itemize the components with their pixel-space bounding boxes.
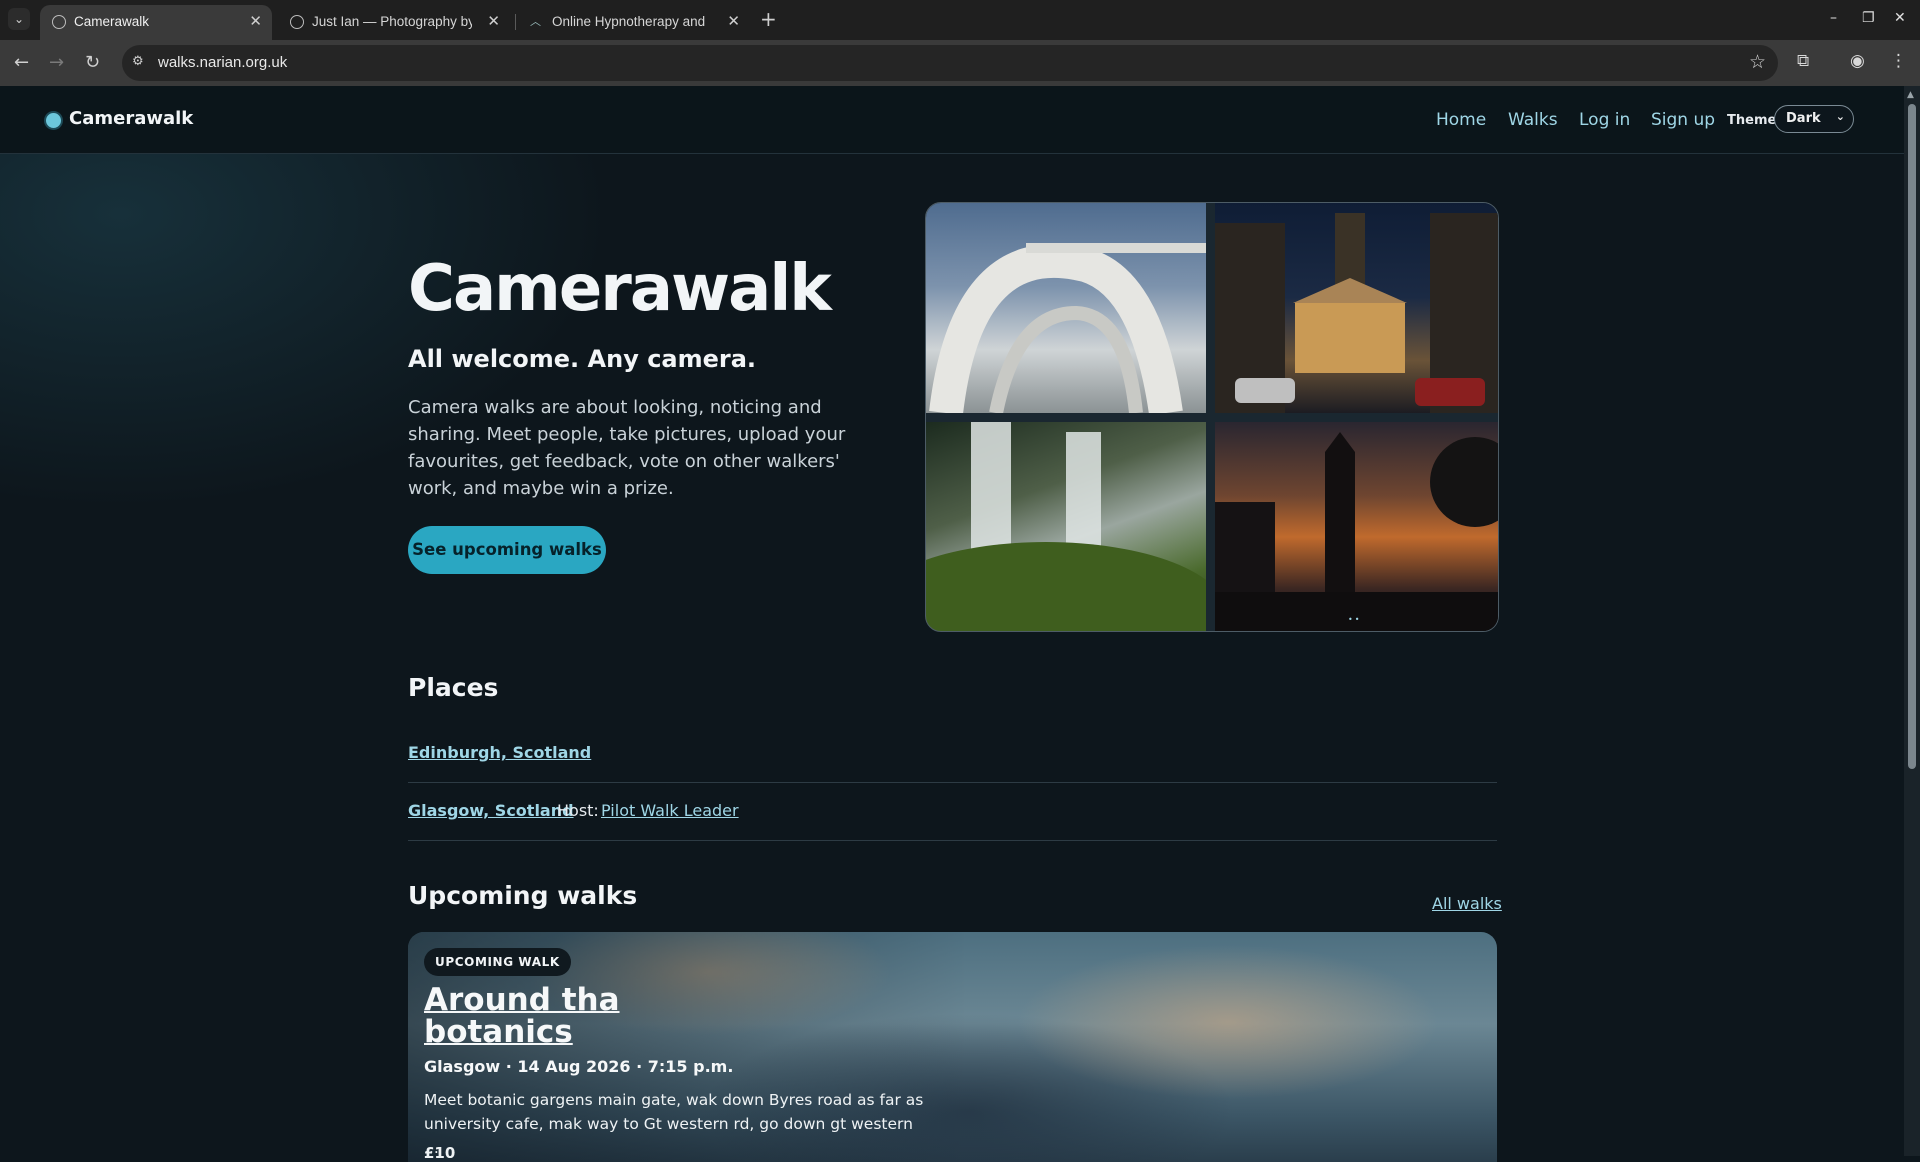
see-upcoming-walks-button[interactable]: See upcoming walks <box>408 526 606 574</box>
close-tab-icon[interactable]: ✕ <box>487 12 500 30</box>
tab-title: Online Hypnotherapy and <box>552 14 706 29</box>
brand-name[interactable]: Camerawalk <box>69 108 193 129</box>
walk-description: Meet botanic gargens main gate, wak down… <box>424 1091 924 1157</box>
menu-icon[interactable]: ⋮ <box>1890 51 1907 71</box>
gallery-photo-tower-sunset <box>1215 422 1498 631</box>
page-scrollbar[interactable]: ▲ <box>1904 86 1920 1156</box>
forward-icon[interactable]: → <box>49 52 64 73</box>
host-label: Host: <box>557 801 599 820</box>
hero-subtitle: All welcome. Any camera. <box>408 345 757 373</box>
address-bar[interactable]: ⚙ walks.narian.org.uk ☆ <box>122 45 1778 81</box>
tab-separator <box>515 14 516 30</box>
photo-gallery <box>925 202 1499 632</box>
gallery-photo-bridge <box>926 203 1206 413</box>
theme-label: Theme <box>1727 113 1777 128</box>
tab-title: Just Ian — Photography by <box>312 14 472 29</box>
walk-meta: Glasgow · 14 Aug 2026 · 7:15 p.m. <box>424 1057 734 1076</box>
hero-description: Camera walks are about looking, noticing… <box>408 397 846 499</box>
divider <box>408 840 1497 841</box>
new-tab-icon[interactable]: + <box>760 7 777 31</box>
minimize-icon[interactable]: – <box>1830 10 1837 26</box>
globe-icon <box>52 15 66 29</box>
scroll-up-icon[interactable]: ▲ <box>1907 90 1914 100</box>
nav-walks[interactable]: Walks <box>1508 110 1558 130</box>
scrollbar-thumb[interactable] <box>1908 104 1916 769</box>
gallery-pagination-dots[interactable]: •• <box>1348 615 1361 624</box>
site-info-icon[interactable]: ⚙ <box>132 54 144 69</box>
gallery-photo-city-night <box>1215 203 1498 413</box>
places-heading: Places <box>408 673 499 702</box>
nav-login[interactable]: Log in <box>1579 110 1630 130</box>
extensions-icon[interactable]: ⧉ <box>1797 51 1809 71</box>
place-link-glasgow[interactable]: Glasgow, Scotland <box>408 801 574 820</box>
site-header: Camerawalk Home Walks Log in Sign up The… <box>0 86 1904 154</box>
close-tab-icon[interactable]: ✕ <box>727 12 740 30</box>
place-link-edinburgh[interactable]: Edinburgh, Scotland <box>408 743 591 762</box>
walk-title-link[interactable]: Around tha botanics <box>424 984 624 1048</box>
browser-tab-hypnotherapy[interactable]: ︿ Online Hypnotherapy and ✕ <box>518 5 750 40</box>
url-text: walks.narian.org.uk <box>158 54 288 71</box>
gallery-photo-waterfall <box>926 422 1206 631</box>
theme-select[interactable]: Dark ⌄ <box>1774 105 1854 133</box>
walk-card[interactable]: UPCOMING WALK Around tha botanics Glasgo… <box>408 932 1497 1162</box>
hero-title: Camerawalk <box>408 252 832 326</box>
browser-tab-strip: ⌄ Camerawalk ✕ Just Ian — Photography by… <box>0 0 1920 40</box>
host-link[interactable]: Pilot Walk Leader <box>601 801 739 820</box>
back-icon[interactable]: ← <box>14 52 29 73</box>
chevron-down-icon: ⌄ <box>1835 110 1845 123</box>
browser-tab-camerawalk[interactable]: Camerawalk ✕ <box>40 5 272 40</box>
walk-price: £10 <box>424 1144 456 1162</box>
wave-icon: ︿ <box>530 16 541 28</box>
window-close-icon[interactable]: ✕ <box>1894 10 1906 26</box>
reload-icon[interactable]: ↻ <box>85 52 100 73</box>
tab-title: Camerawalk <box>74 14 150 29</box>
theme-select-value: Dark <box>1786 111 1821 126</box>
tab-search-icon[interactable]: ⌄ <box>8 8 30 30</box>
brand-logo-icon <box>46 113 61 128</box>
status-badge: UPCOMING WALK <box>424 948 571 976</box>
browser-toolbar: ← → ↻ ⚙ walks.narian.org.uk ☆ ⧉ ◉ ⋮ <box>0 40 1920 86</box>
close-tab-icon[interactable]: ✕ <box>249 12 262 30</box>
divider <box>408 782 1497 783</box>
browser-tab-just-ian[interactable]: Just Ian — Photography by ✕ <box>278 5 510 40</box>
profile-icon[interactable]: ◉ <box>1850 51 1865 71</box>
restore-icon[interactable]: ❐ <box>1862 10 1875 26</box>
upcoming-walks-heading: Upcoming walks <box>408 881 638 910</box>
nav-signup[interactable]: Sign up <box>1651 110 1715 130</box>
globe-icon <box>290 15 304 29</box>
all-walks-link[interactable]: All walks <box>1432 894 1502 913</box>
nav-home[interactable]: Home <box>1436 110 1486 130</box>
bookmark-star-icon[interactable]: ☆ <box>1749 51 1766 73</box>
